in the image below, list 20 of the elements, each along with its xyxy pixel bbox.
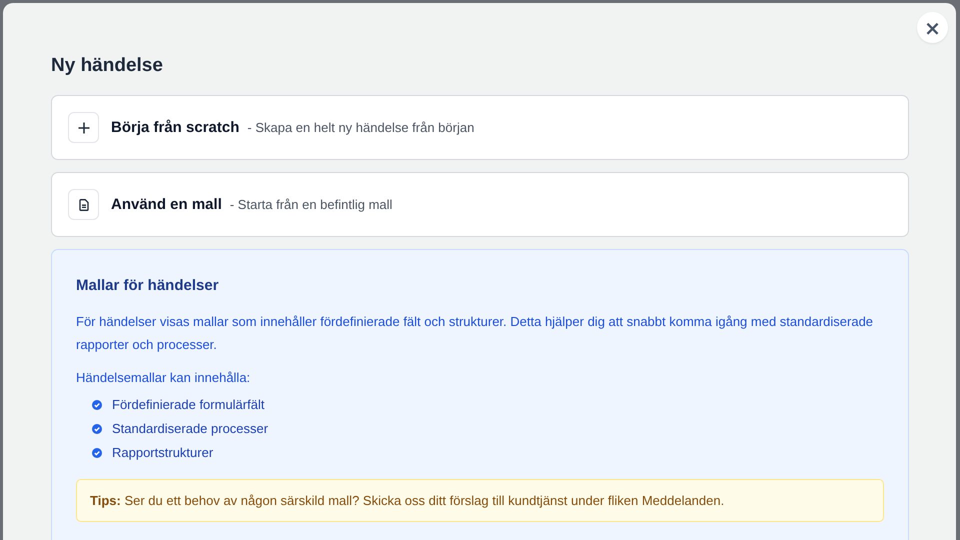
document-icon: [78, 198, 88, 210]
info-paragraph: För händelser visas mallar som innehåller fördefinierade fält och strukturer. Detta hjälper dig att snabbt komma igång med standardiserade rapporter och processer.: [76, 313, 874, 354]
check-circle-icon: [92, 400, 102, 410]
option-card[interactable]: Använd en mall - Starta från en befintlig mall: [51, 172, 909, 237]
list-item: Standardiserade processer: [112, 420, 268, 438]
dialog-title: Ny händelse: [51, 55, 164, 77]
option-title: Börja från scratch: [111, 119, 240, 136]
check-circle-icon: [92, 448, 102, 458]
list-item: Rapportstrukturer: [112, 444, 214, 462]
check-circle-icon: [92, 424, 102, 434]
list-item: Fördefinierade formulärfält: [112, 396, 264, 414]
option-description: - Skapa en helt ny händelse från början: [247, 120, 474, 135]
option-card[interactable]: Börja från scratch - Skapa en helt ny händelse från början: [51, 95, 909, 160]
option-title: Använd en mall: [111, 196, 222, 213]
option-description: - Starta från en befintlig mall: [230, 197, 392, 212]
plus-icon: [78, 122, 90, 134]
info-heading: Mallar för händelser: [76, 277, 220, 294]
close-button[interactable]: ×: [917, 12, 948, 43]
list-intro: Händelsemallar kan innehålla:: [76, 369, 252, 387]
tip-text: Tips: Ser du ett behov av någon särskild mall? Skicka oss ditt förslag till kundtjänst under fliken Meddelanden.: [90, 493, 724, 508]
